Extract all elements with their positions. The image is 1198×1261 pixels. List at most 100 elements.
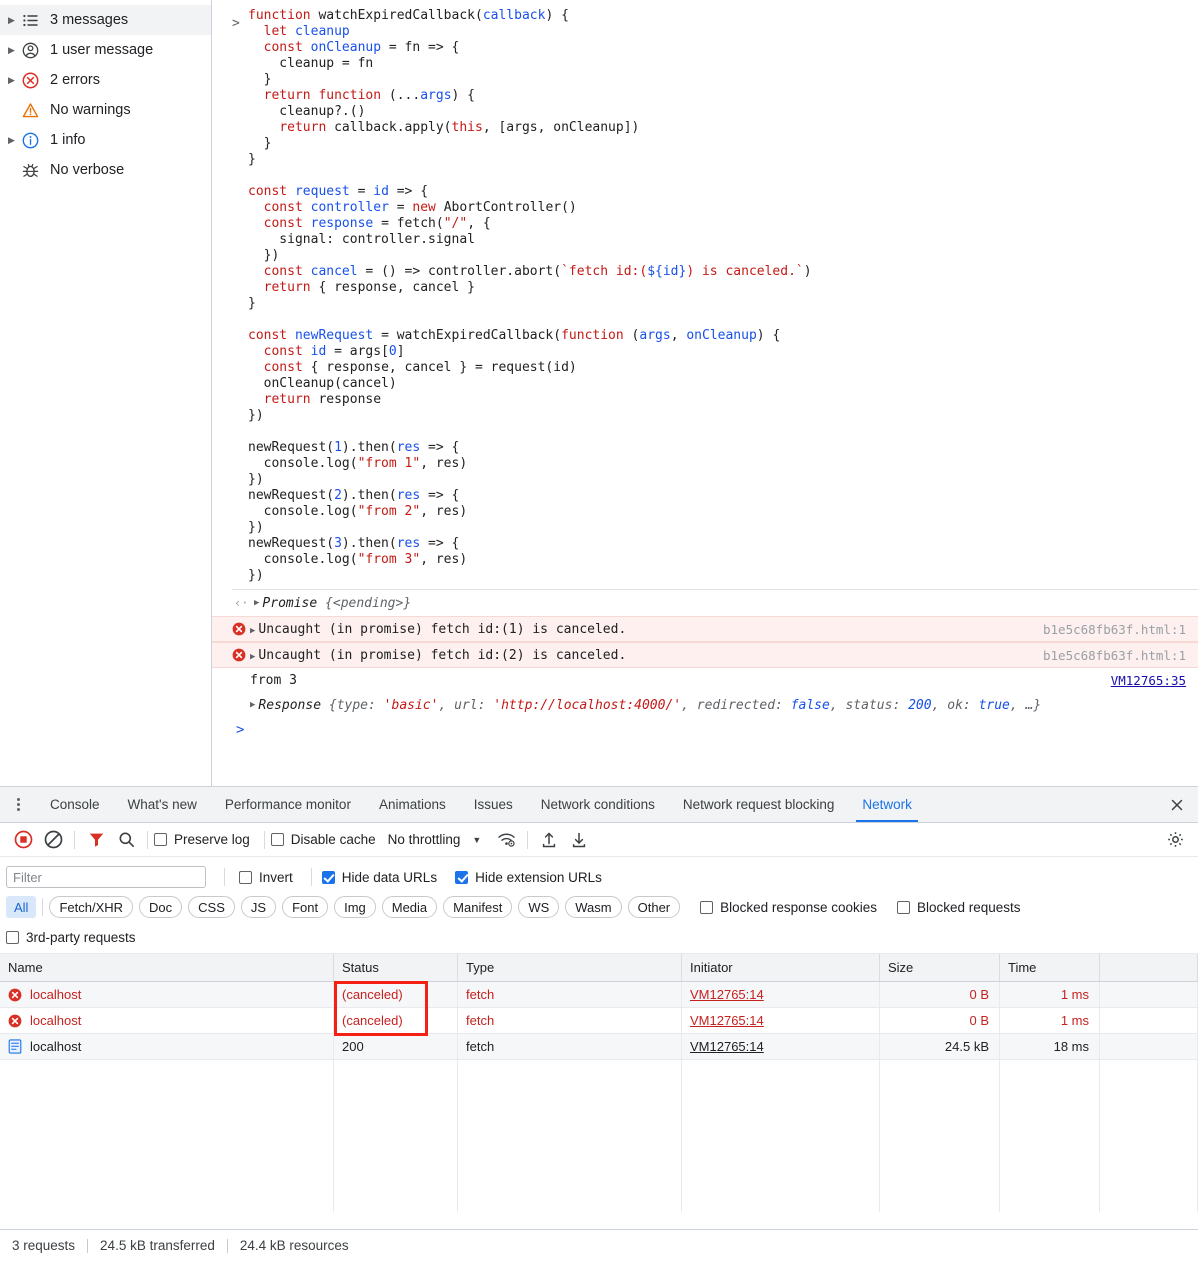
console-prompt-input[interactable]: > [212,717,1198,743]
console-input-block[interactable]: > function watchExpiredCallback(callback… [212,8,1198,168]
sidebar-item-errors[interactable]: ▶ 2 errors [0,65,211,95]
console-result-row[interactable]: ‹· ▶Promise {<pending>} [212,590,1198,616]
tab-network-conditions[interactable]: Network conditions [527,787,669,822]
column-header-waterfall[interactable] [1100,954,1198,981]
column-header-size[interactable]: Size [880,954,1000,981]
column-header-initiator[interactable]: Initiator [682,954,880,981]
type-filter-all[interactable]: All [6,896,36,918]
type-filter-wasm[interactable]: Wasm [565,896,621,918]
error-source-link[interactable]: b1e5c68fb63f.html:1 [1043,648,1198,663]
expand-triangle-icon[interactable]: ▶ [250,626,255,636]
expand-triangle-icon[interactable]: ▶ [250,700,255,710]
disable-cache-checkbox[interactable]: Disable cache [271,832,376,847]
type-filter-doc[interactable]: Doc [139,896,182,918]
column-header-status[interactable]: Status [334,954,458,981]
hide-extension-urls-checkbox[interactable]: Hide extension URLs [455,870,602,885]
tab-performance-monitor[interactable]: Performance monitor [211,787,365,822]
sidebar-item-info[interactable]: ▶ 1 info [0,125,211,155]
import-har-button[interactable] [534,826,564,854]
filter-toggle-button[interactable] [81,826,111,854]
checkbox-box[interactable] [455,871,468,884]
tab-issues[interactable]: Issues [460,787,527,822]
tab-animations[interactable]: Animations [365,787,460,822]
search-button[interactable] [111,826,141,854]
tab-network[interactable]: Network [848,787,926,822]
clear-button[interactable] [38,826,68,854]
error-source-link[interactable]: b1e5c68fb63f.html:1 [1043,622,1198,637]
console-input-block[interactable]: newRequest(1).then(res => { console.log(… [212,440,1198,584]
checkbox-box[interactable] [322,871,335,884]
chevron-down-icon[interactable]: ▼ [472,835,481,845]
console-error-row[interactable]: ▶Uncaught (in promise) fetch id:(1) is c… [212,616,1198,642]
expand-triangle-icon[interactable]: ▶ [8,46,22,55]
more-tools-button[interactable] [0,787,36,822]
cell-initiator[interactable]: VM12765:14 [682,1034,880,1059]
expand-triangle-icon[interactable]: ▶ [8,76,22,85]
sidebar-item-messages[interactable]: ▶ 3 messages [0,5,211,35]
blocked-requests-checkbox[interactable]: Blocked requests [897,900,1021,915]
table-row[interactable]: localhost (canceled) fetch VM12765:14 0 … [0,982,1198,1008]
expand-triangle-icon[interactable]: ▶ [8,136,22,145]
third-party-requests-checkbox[interactable]: 3rd-party requests [6,930,136,945]
tab-console[interactable]: Console [36,787,114,822]
network-requests-table[interactable]: Name Status Type Initiator Size Time loc… [0,954,1198,1229]
table-row[interactable]: localhost 200 fetch VM12765:14 24.5 kB 1… [0,1034,1198,1060]
checkbox-box[interactable] [239,871,252,884]
preserve-log-checkbox[interactable]: Preserve log [154,832,250,847]
blocked-response-cookies-checkbox[interactable]: Blocked response cookies [700,900,877,915]
tab-whats-new[interactable]: What's new [114,787,211,822]
console-log-object-row[interactable]: ▶Response {type: 'basic', url: 'http://l… [212,693,1198,717]
invert-checkbox[interactable]: Invert [239,870,293,885]
console-error-row[interactable]: ▶Uncaught (in promise) fetch id:(2) is c… [212,642,1198,668]
type-filter-img[interactable]: Img [334,896,376,918]
cell-name[interactable]: localhost [0,1008,334,1033]
sidebar-item-warnings[interactable]: ▶ No warnings [0,95,211,125]
checkbox-box[interactable] [897,901,910,914]
sidebar-item-user-message[interactable]: ▶ 1 user message [0,35,211,65]
log-source-link[interactable]: VM12765:35 [1111,673,1186,688]
initiator-link[interactable]: VM12765:14 [690,1013,764,1028]
checkbox-box[interactable] [154,833,167,846]
type-filter-font[interactable]: Font [282,896,328,918]
cell-time: 18 ms [1000,1034,1100,1059]
initiator-link[interactable]: VM12765:14 [690,987,764,1002]
checkbox-box[interactable] [271,833,284,846]
table-row[interactable]: localhost (canceled) fetch VM12765:14 0 … [0,1008,1198,1034]
filter-input[interactable] [6,866,206,888]
record-button[interactable] [8,826,38,854]
initiator-link[interactable]: VM12765:14 [690,1039,764,1054]
close-drawer-button[interactable] [1156,787,1198,822]
column-header-type[interactable]: Type [458,954,682,981]
sidebar-item-verbose[interactable]: ▶ No verbose [0,155,211,185]
cell-initiator[interactable]: VM12765:14 [682,982,880,1007]
type-filter-other[interactable]: Other [628,896,681,918]
type-filter-js[interactable]: JS [241,896,276,918]
console-input-block[interactable]: const request = id => { const controller… [212,184,1198,312]
network-conditions-button[interactable] [491,826,521,854]
tab-network-request-blocking[interactable]: Network request blocking [669,787,849,822]
export-har-button[interactable] [564,826,594,854]
type-filter-fetch-xhr[interactable]: Fetch/XHR [49,896,133,918]
type-filter-css[interactable]: CSS [188,896,235,918]
type-filter-media[interactable]: Media [382,896,437,918]
throttling-select-value[interactable]: No throttling [388,832,461,847]
cell-initiator[interactable]: VM12765:14 [682,1008,880,1033]
console-output-area[interactable]: > function watchExpiredCallback(callback… [212,0,1198,786]
expand-triangle-icon[interactable]: ▶ [250,652,255,662]
checkbox-box[interactable] [6,931,19,944]
hide-data-urls-checkbox[interactable]: Hide data URLs [322,870,437,885]
type-filter-ws[interactable]: WS [518,896,559,918]
cell-type: fetch [458,1034,682,1059]
sidebar-item-label: 1 info [50,132,85,148]
expand-triangle-icon[interactable]: ▶ [8,16,22,25]
column-header-name[interactable]: Name [0,954,334,981]
expand-triangle-icon[interactable]: ▶ [254,598,259,608]
cell-name[interactable]: localhost [0,982,334,1007]
column-header-time[interactable]: Time [1000,954,1100,981]
cell-name[interactable]: localhost [0,1034,334,1059]
checkbox-box[interactable] [700,901,713,914]
network-settings-button[interactable] [1160,826,1190,854]
console-input-block[interactable]: const newRequest = watchExpiredCallback(… [212,328,1198,424]
type-filter-manifest[interactable]: Manifest [443,896,512,918]
console-log-row[interactable]: from 3 VM12765:35 [212,668,1198,693]
